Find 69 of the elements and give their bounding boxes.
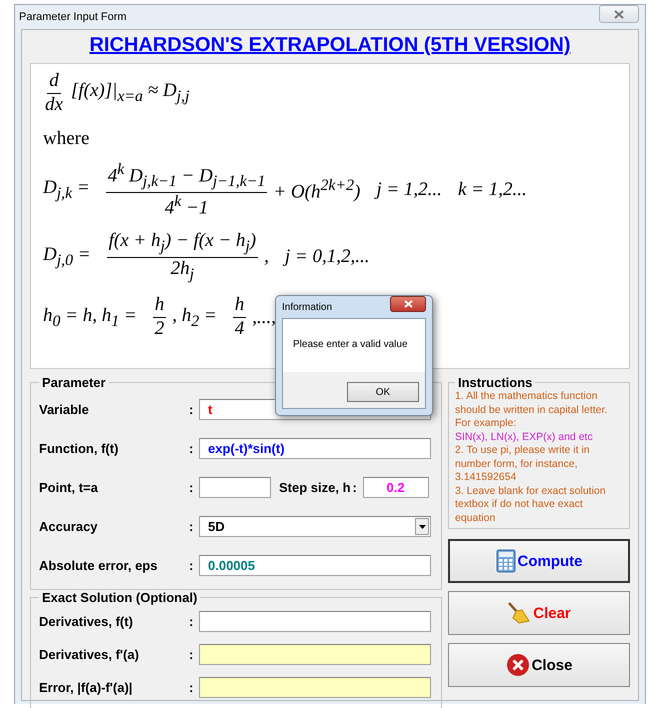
close-icon (614, 10, 624, 18)
formula-text: D$_{j,0}$ = (43, 244, 91, 270)
input-field[interactable] (199, 611, 431, 632)
formula-text: ,..., (252, 306, 276, 329)
colon: : (352, 480, 358, 495)
colon: : (189, 680, 194, 695)
fraction-denominator: 2h$_{j}$ (170, 258, 196, 284)
dropdown[interactable]: 5D (199, 516, 431, 537)
formula-text: where (43, 128, 90, 150)
dialog-message: Please enter a valid value (292, 338, 409, 352)
fraction-numerator: d (47, 70, 61, 94)
calculator-icon (496, 549, 516, 573)
colon: : (189, 441, 194, 456)
group-title: Parameter (41, 375, 107, 390)
fraction-numerator: h (152, 294, 166, 318)
formula-text: , (264, 246, 269, 268)
field-label: Function, f(t) (39, 441, 120, 456)
input-field[interactable]: 0.00005 (199, 555, 431, 576)
formula-text: D$_{j,k}$ = (43, 177, 90, 204)
instruction-text: 1. All the mathematics function should be written in capital letter. (455, 390, 608, 417)
colon: : (189, 558, 194, 573)
field-label: Point, t=a (39, 480, 99, 495)
close-button[interactable]: Close (448, 643, 630, 687)
formula-text: j = 0,1,2,... (284, 246, 370, 268)
close-button[interactable] (390, 296, 426, 312)
input-field[interactable]: exp(-t)*sin(t) (199, 438, 431, 459)
broom-icon (507, 601, 532, 625)
dialog-title: Information (282, 302, 332, 312)
field-label: Variable (39, 402, 90, 417)
field-label: Accuracy (39, 519, 99, 534)
field-label: Step size, h (279, 480, 351, 495)
ok-button[interactable]: OK (347, 382, 419, 402)
form-heading: RICHARDSON'S EXTRAPOLATION (5TH VERSION) (88, 33, 572, 58)
fraction-denominator: dx (44, 94, 64, 117)
fraction-denominator: 4$^{k}$ −1 (164, 192, 210, 220)
instruction-text: 3. Leave blank for exact solution textbox if do not have exact equation (455, 484, 607, 525)
close-icon (404, 300, 412, 308)
field-label: Absolute error, eps (39, 558, 158, 573)
formula-text: , h$_{2}$ = (172, 304, 217, 331)
input-field[interactable] (199, 477, 271, 498)
formula-text: h$_{0}$ = h, h$_{1}$ = (43, 304, 137, 331)
instruction-text: For example: (455, 417, 518, 430)
field-label: Error, |f(a)-f'(a)| (39, 680, 134, 695)
close-button[interactable] (599, 5, 639, 23)
window-title: Parameter Input Form (19, 11, 127, 23)
formula-text: + O(h$^{2k+2}$) (273, 177, 360, 204)
compute-button[interactable]: Compute (448, 539, 630, 583)
field-label: Derivatives, f'(a) (39, 647, 140, 662)
input-field[interactable] (199, 677, 431, 698)
instruction-text: SIN(x), LN(x), EXP(x) and etc (455, 430, 594, 444)
colon: : (189, 480, 194, 495)
fraction-denominator: 2 (154, 318, 166, 341)
group-title: Exact Solution (Optional) (41, 590, 198, 605)
fraction-numerator: f(x + h$_{j}$) − f(x − h$_{j}$) (106, 230, 258, 258)
input-field[interactable] (199, 644, 431, 665)
colon: : (189, 614, 194, 629)
fraction-denominator: 4 (234, 318, 246, 341)
formula-text: [f(x)]|$_{x=a}$ ≈ D$_{j,j}$ (70, 80, 190, 106)
colon: : (189, 647, 194, 662)
group-title: Instructions (457, 375, 534, 390)
colon: : (189, 519, 194, 534)
field-label: Derivatives, f(t) (39, 614, 134, 629)
colon: : (189, 402, 194, 417)
formula-text: j = 1,2... (376, 179, 442, 202)
fraction-numerator: h (232, 294, 246, 318)
instruction-text: 2. To use pi, please write it in number form, for instance, 3.141592654 (455, 444, 591, 484)
fraction-numerator: 4$^{k}$ D$_{j,k−1}$ − D$_{j−1,k−1}$ (106, 160, 268, 193)
formula-text: k = 1,2... (458, 179, 527, 202)
close-icon (506, 653, 530, 677)
